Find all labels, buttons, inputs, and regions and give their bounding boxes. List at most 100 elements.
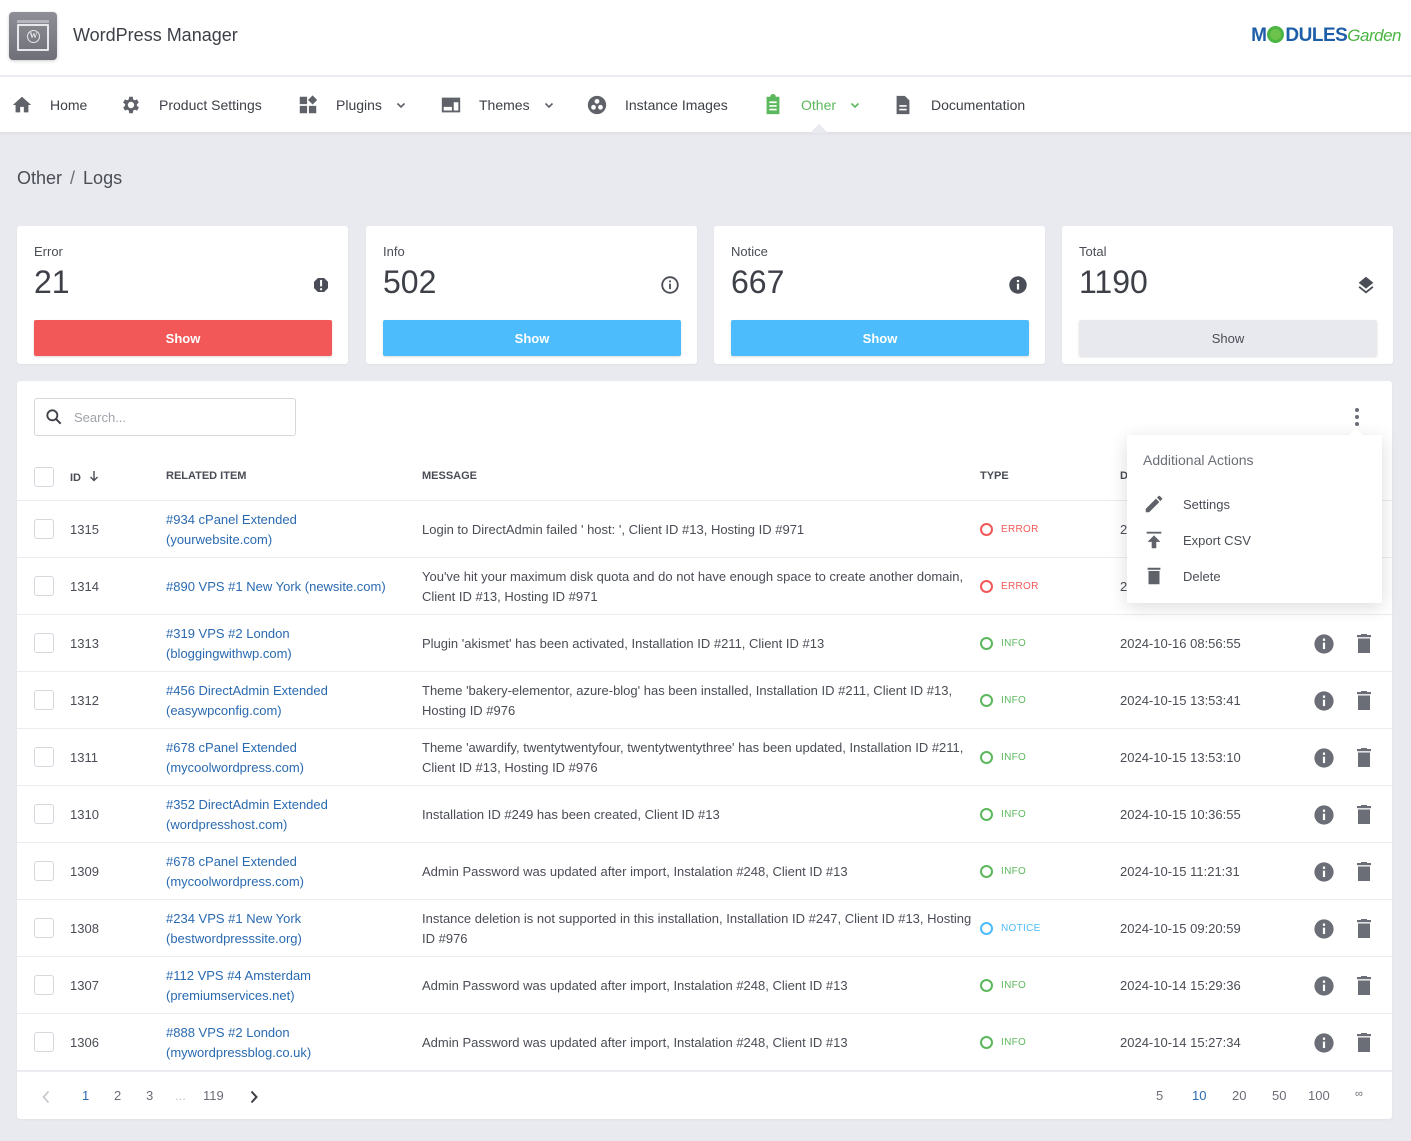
per-page-5[interactable]: 5 — [1156, 1088, 1163, 1103]
details-info-icon[interactable] — [1313, 957, 1335, 1014]
nav-item-product-settings[interactable]: Product Settings — [120, 77, 262, 132]
gear-icon — [120, 94, 142, 116]
row-date: 2024-10-14 15:29:36 — [1120, 978, 1241, 993]
details-info-icon[interactable] — [1313, 672, 1335, 729]
per-page-100[interactable]: 100 — [1308, 1088, 1330, 1103]
wordpress-logo-icon: W — [9, 12, 57, 60]
row-message: Theme 'bakery-elementor, azure-blog' has… — [422, 682, 953, 718]
row-message: Installation ID #249 has been created, C… — [422, 806, 720, 822]
related-item-link[interactable]: #678 cPanel Extended (mycoolwordpress.com… — [166, 729, 406, 786]
app-title: WordPress Manager — [73, 25, 238, 45]
details-info-icon[interactable] — [1313, 729, 1335, 786]
delete-trash-icon[interactable] — [1355, 786, 1373, 843]
related-item-link[interactable]: #890 VPS #1 New York (newsite.com) — [166, 558, 406, 615]
breadcrumb-parent[interactable]: Other — [17, 168, 62, 188]
row-message: You've hit your maximum disk quota and d… — [422, 568, 964, 604]
related-item-link[interactable]: #456 DirectAdmin Extended (easywpconfig.c… — [166, 672, 406, 729]
per-page-all[interactable]: ∞ — [1355, 1088, 1363, 1100]
column-id[interactable]: ID — [70, 470, 99, 484]
row-checkbox[interactable] — [34, 633, 54, 653]
per-page-20[interactable]: 20 — [1232, 1088, 1246, 1103]
per-page-10[interactable]: 10 — [1192, 1088, 1206, 1103]
table-row: 1311 #678 cPanel Extended (mycoolwordpress… — [17, 729, 1392, 786]
trash-icon — [1143, 565, 1165, 587]
related-item-link[interactable]: #888 VPS #2 London (mywordpressblog.co.uk… — [166, 1014, 406, 1071]
dropdown-item-delete[interactable]: Delete — [1143, 562, 1368, 590]
nav-item-home[interactable]: Home — [11, 77, 87, 132]
row-date: 2024-10-16 08:56:55 — [1120, 636, 1241, 651]
column-related-item[interactable]: Related Item — [166, 470, 246, 482]
show-notice-button[interactable]: Show — [731, 320, 1029, 356]
dropdown-item-export-csv[interactable]: Export CSV — [1143, 526, 1368, 554]
layers-icon — [1358, 276, 1374, 294]
chevron-down-icon — [850, 102, 860, 108]
home-icon — [11, 94, 33, 116]
row-checkbox[interactable] — [34, 1032, 54, 1052]
show-error-button[interactable]: Show — [34, 320, 332, 356]
page-119[interactable]: 119 — [203, 1088, 224, 1103]
dropdown-item-settings[interactable]: Settings — [1143, 490, 1368, 518]
row-checkbox[interactable] — [34, 975, 54, 995]
related-item-link[interactable]: #934 cPanel Extended (yourwebsite.com) — [166, 501, 406, 558]
nav-item-plugins[interactable]: Plugins — [297, 77, 406, 132]
related-item-link[interactable]: #678 cPanel Extended (mycoolwordpress.com… — [166, 843, 406, 900]
search-box[interactable] — [34, 398, 296, 436]
clipboard-icon — [762, 93, 784, 116]
delete-trash-icon[interactable] — [1355, 957, 1373, 1014]
table-row: 1306 #888 VPS #2 London (mywordpressblog.c… — [17, 1014, 1392, 1071]
row-checkbox[interactable] — [34, 519, 54, 539]
row-checkbox[interactable] — [34, 690, 54, 710]
delete-trash-icon[interactable] — [1355, 1014, 1373, 1071]
column-message[interactable]: Message — [422, 470, 477, 482]
type-badge: ERROR — [980, 501, 1039, 558]
related-item-link[interactable]: #112 VPS #4 Amsterdam (premiumservices.ne… — [166, 957, 406, 1014]
delete-trash-icon[interactable] — [1355, 672, 1373, 729]
show-total-button[interactable]: Show — [1079, 320, 1377, 356]
prev-page-icon[interactable] — [41, 1090, 51, 1104]
per-page-50[interactable]: 50 — [1272, 1088, 1286, 1103]
select-all-checkbox[interactable] — [34, 467, 54, 487]
alert-octagon-icon — [313, 277, 329, 293]
details-info-icon[interactable] — [1313, 615, 1335, 672]
details-info-icon[interactable] — [1313, 786, 1335, 843]
nav-item-instance-images[interactable]: Instance Images — [586, 77, 728, 132]
details-info-icon[interactable] — [1313, 843, 1335, 900]
page-2[interactable]: 2 — [114, 1088, 121, 1103]
row-checkbox[interactable] — [34, 747, 54, 767]
row-checkbox[interactable] — [34, 576, 54, 596]
related-item-link[interactable]: #319 VPS #2 London (bloggingwithwp.com) — [166, 615, 406, 672]
status-circle-icon — [980, 1036, 993, 1049]
page-1[interactable]: 1 — [82, 1088, 89, 1103]
delete-trash-icon[interactable] — [1355, 615, 1373, 672]
search-input[interactable] — [74, 409, 274, 425]
additional-actions-dropdown: Additional Actions Settings Export CSV D… — [1127, 428, 1382, 603]
modulesgarden-logo[interactable]: M DULESGarden — [1251, 25, 1401, 47]
row-checkbox[interactable] — [34, 918, 54, 938]
nav-item-themes[interactable]: Themes — [440, 77, 554, 132]
row-message: Admin Password was updated after import,… — [422, 1034, 848, 1050]
next-page-icon[interactable] — [249, 1090, 259, 1104]
related-item-link[interactable]: #234 VPS #1 New York (bestwordpresssite.o… — [166, 900, 406, 957]
details-info-icon[interactable] — [1313, 900, 1335, 957]
row-id: 1307 — [70, 978, 99, 993]
search-icon — [46, 409, 62, 425]
delete-trash-icon[interactable] — [1355, 729, 1373, 786]
type-badge: INFO — [980, 672, 1026, 729]
row-checkbox[interactable] — [34, 804, 54, 824]
status-circle-icon — [980, 979, 993, 992]
details-info-icon[interactable] — [1313, 1014, 1335, 1071]
show-info-button[interactable]: Show — [383, 320, 681, 356]
status-circle-icon — [980, 523, 993, 536]
delete-trash-icon[interactable] — [1355, 900, 1373, 957]
related-item-link[interactable]: #352 DirectAdmin Extended (wordpresshost.… — [166, 786, 406, 843]
more-actions-kebab-icon[interactable] — [1347, 406, 1367, 428]
images-icon — [586, 94, 608, 116]
pagination: 1 2 3 ... 119 5 10 20 50 100 ∞ — [17, 1071, 1392, 1119]
nav-item-documentation[interactable]: Documentation — [892, 77, 1025, 132]
row-checkbox[interactable] — [34, 861, 54, 881]
stat-card-total: Total 1190 Show — [1062, 226, 1393, 364]
page-3[interactable]: 3 — [146, 1088, 153, 1103]
row-message: Theme 'awardify, twentytwentyfour, twent… — [422, 739, 964, 775]
delete-trash-icon[interactable] — [1355, 843, 1373, 900]
column-type[interactable]: Type — [980, 470, 1009, 482]
